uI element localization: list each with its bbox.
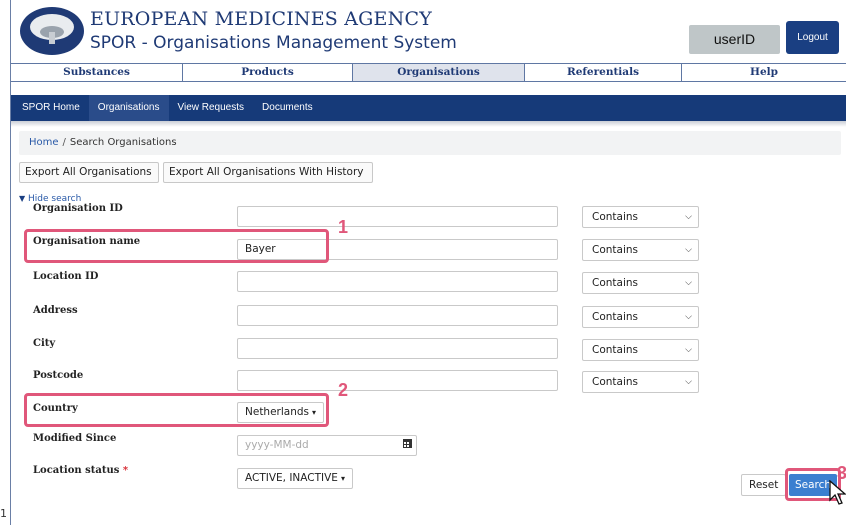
org-id-match-value: Contains <box>592 211 639 223</box>
location-id-match-value: Contains <box>592 277 639 289</box>
city-match-value: Contains <box>592 344 639 356</box>
city-label: City <box>33 338 56 349</box>
org-id-input[interactable] <box>237 206 558 227</box>
address-match-select[interactable]: Contains ⌵ <box>582 306 699 328</box>
tab-referentials[interactable]: Referentials <box>525 64 682 81</box>
nav-spor-home[interactable]: SPOR Home <box>11 95 89 121</box>
chevron-down-icon: ⌵ <box>685 312 692 322</box>
location-id-match-select[interactable]: Contains ⌵ <box>582 272 699 294</box>
breadcrumb-separator: / <box>62 137 66 148</box>
postcode-match-select[interactable]: Contains ⌵ <box>582 371 699 393</box>
ema-logo-icon <box>20 7 84 55</box>
caret-down-icon: ▾ <box>340 474 345 483</box>
user-id-button[interactable]: userID <box>689 25 780 54</box>
top-tabs: Substances Products Organisations Refere… <box>11 63 846 82</box>
secondary-nav: SPOR Home Organisations View Requests Do… <box>11 95 846 121</box>
left-edge-mark: 1 <box>0 507 7 520</box>
export-history-button[interactable]: Export All Organisations With History <box>163 162 373 183</box>
city-match-select[interactable]: Contains ⌵ <box>582 339 699 361</box>
chevron-down-icon: ⌵ <box>685 377 692 387</box>
breadcrumb-current: Search Organisations <box>69 137 177 148</box>
org-name-match-value: Contains <box>592 244 639 256</box>
address-match-value: Contains <box>592 311 639 323</box>
tab-substances[interactable]: Substances <box>11 64 183 81</box>
header: EUROPEAN MEDICINES AGENCY SPOR - Organis… <box>11 0 846 62</box>
tab-organisations[interactable]: Organisations <box>353 64 525 81</box>
org-name-match-select[interactable]: Contains ⌵ <box>582 239 699 261</box>
export-all-button[interactable]: Export All Organisations <box>19 162 159 183</box>
location-id-label: Location ID <box>33 271 99 282</box>
city-input[interactable] <box>237 338 558 359</box>
address-input[interactable] <box>237 305 558 326</box>
chevron-down-icon: ⌵ <box>685 212 692 222</box>
postcode-label: Postcode <box>33 370 84 381</box>
nav-documents[interactable]: Documents <box>253 95 322 121</box>
chevron-down-icon: ⌵ <box>685 345 692 355</box>
chevron-down-icon: ⌵ <box>685 245 692 255</box>
postcode-input[interactable] <box>237 370 558 391</box>
location-status-label-text: Location status <box>33 465 120 476</box>
location-status-dropdown[interactable]: ACTIVE, INACTIVE ▾ <box>237 468 353 489</box>
breadcrumb-home-link[interactable]: Home <box>29 137 59 148</box>
location-status-label: Location status * <box>33 465 128 476</box>
nav-organisations[interactable]: Organisations <box>88 95 169 121</box>
org-id-label: Organisation ID <box>33 203 123 214</box>
logout-button[interactable]: Logout <box>786 21 839 54</box>
location-status-value: ACTIVE, INACTIVE <box>245 472 338 484</box>
breadcrumb: Home / Search Organisations <box>19 131 841 155</box>
mouse-pointer-icon <box>829 480 846 505</box>
triangle-down-icon: ▼ <box>19 194 26 203</box>
system-name: SPOR - Organisations Management System <box>90 33 457 53</box>
step-2-number: 2 <box>338 380 349 400</box>
org-id-match-select[interactable]: Contains ⌵ <box>582 206 699 228</box>
tab-help[interactable]: Help <box>682 64 846 81</box>
postcode-match-value: Contains <box>592 376 639 388</box>
reset-button[interactable]: Reset <box>741 474 786 496</box>
modified-since-label: Modified Since <box>33 433 117 444</box>
nav-view-requests[interactable]: View Requests <box>169 95 254 121</box>
nav-shadow <box>11 121 846 127</box>
highlight-org-name <box>24 229 329 263</box>
highlight-country <box>24 393 329 427</box>
location-id-input[interactable] <box>237 271 558 292</box>
tab-products[interactable]: Products <box>183 64 353 81</box>
calendar-icon[interactable] <box>403 439 412 448</box>
agency-name: EUROPEAN MEDICINES AGENCY <box>90 8 432 30</box>
chevron-down-icon: ⌵ <box>685 278 692 288</box>
address-label: Address <box>33 305 78 316</box>
required-marker: * <box>122 465 129 476</box>
app-window: EUROPEAN MEDICINES AGENCY SPOR - Organis… <box>10 0 846 525</box>
modified-since-input[interactable]: yyyy-MM-dd <box>237 435 417 456</box>
step-1-number: 1 <box>338 217 349 237</box>
